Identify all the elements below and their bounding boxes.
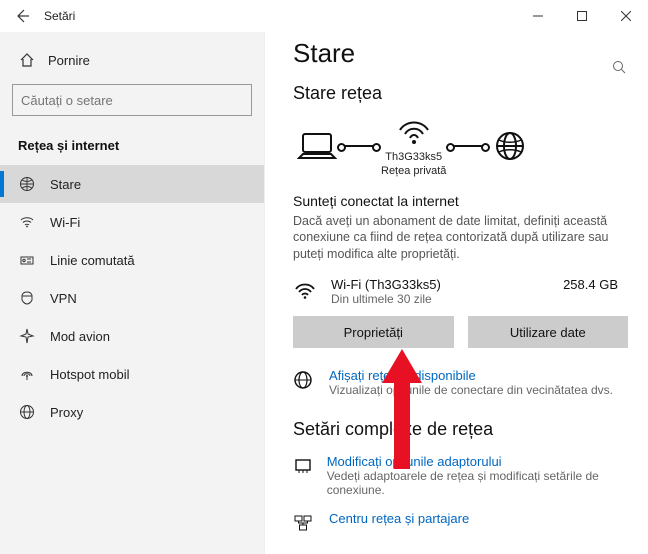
nav-label: Mod avion (50, 329, 110, 344)
link-title: Centru rețea și partajare (329, 511, 469, 526)
data-usage-button[interactable]: Utilizare date (468, 316, 629, 348)
link-title: Afișați rețelele disponibile (329, 368, 613, 383)
router-icon: Th3G33ks5 Rețea privată (381, 114, 446, 179)
nav-item-dialup[interactable]: Linie comutată (0, 241, 264, 279)
page-title: Stare (293, 38, 628, 69)
dialup-icon (18, 251, 36, 269)
search-input[interactable] (12, 84, 252, 116)
home-label: Pornire (48, 53, 90, 68)
adapter-icon (293, 454, 315, 476)
nav-label: Wi-Fi (50, 215, 80, 230)
data-usage-value: 258.4 GB (563, 277, 628, 292)
available-networks-link[interactable]: Afișați rețelele disponibile Vizualizați… (293, 368, 628, 397)
connection-name: Wi-Fi (Th3G33ks5) (331, 277, 551, 292)
globe-icon (490, 129, 530, 163)
wifi-icon (293, 277, 319, 303)
nav-item-airplane[interactable]: Mod avion (0, 317, 264, 355)
close-button[interactable] (604, 0, 648, 32)
window-controls (516, 0, 648, 32)
link-sub: Vedeți adaptoarele de rețea și modificaț… (327, 469, 628, 497)
nav-label: Proxy (50, 405, 83, 420)
link-title: Modificați opțiunile adaptorului (327, 454, 628, 469)
connected-description: Dacă aveți un abonament de date limitat,… (293, 213, 628, 264)
nav-item-status[interactable]: Stare (0, 165, 264, 203)
vpn-icon (18, 289, 36, 307)
nav-label: Linie comutată (50, 253, 135, 268)
adapter-options-link[interactable]: Modificați opțiunile adaptorului Vedeți … (293, 454, 628, 497)
home-button[interactable]: Pornire (0, 40, 264, 80)
connected-heading: Sunteți conectat la internet (293, 193, 628, 209)
nav-label: Stare (50, 177, 81, 192)
network-status-title: Stare rețea (293, 83, 628, 104)
nav-label: Hotspot mobil (50, 367, 129, 382)
nav-label: VPN (50, 291, 77, 306)
sharing-center-link[interactable]: Centru rețea și partajare (293, 511, 628, 533)
search-icon (612, 60, 626, 74)
globe-icon (293, 368, 317, 390)
network-diagram: Th3G33ks5 Rețea privată (293, 114, 628, 179)
advanced-settings-title: Setări complexe de rețea (293, 419, 628, 440)
hotspot-icon (18, 365, 36, 383)
search-container (12, 84, 252, 116)
category-title: Rețea și internet (0, 128, 264, 165)
nav-item-proxy[interactable]: Proxy (0, 393, 264, 431)
button-row: Proprietăți Utilizare date (293, 316, 628, 348)
maximize-button[interactable] (560, 0, 604, 32)
connection-row: Wi-Fi (Th3G33ks5) Din ultimele 30 zile 2… (293, 277, 628, 306)
connection-sub: Din ultimele 30 zile (331, 292, 551, 306)
diagram-network-type: Rețea privată (381, 164, 446, 178)
diagram-ssid: Th3G33ks5 (381, 150, 446, 164)
network-center-icon (293, 511, 317, 533)
back-button[interactable] (0, 0, 44, 32)
device-icon (297, 129, 337, 163)
wifi-icon (18, 213, 36, 231)
window-title: Setări (44, 9, 75, 23)
sidebar: Pornire Rețea și internet Stare Wi-Fi Li… (0, 32, 265, 554)
home-icon (18, 51, 36, 69)
nav-item-wifi[interactable]: Wi-Fi (0, 203, 264, 241)
nav-item-hotspot[interactable]: Hotspot mobil (0, 355, 264, 393)
nav-item-vpn[interactable]: VPN (0, 279, 264, 317)
content-area: Stare Stare rețea Th3G33ks5 Rețea privat… (265, 32, 648, 554)
link-sub: Vizualizați opțiunile de conectare din v… (329, 383, 613, 397)
titlebar: Setări (0, 0, 648, 32)
proxy-icon (18, 403, 36, 421)
globe-net-icon (18, 175, 36, 193)
airplane-icon (18, 327, 36, 345)
properties-button[interactable]: Proprietăți (293, 316, 454, 348)
minimize-button[interactable] (516, 0, 560, 32)
